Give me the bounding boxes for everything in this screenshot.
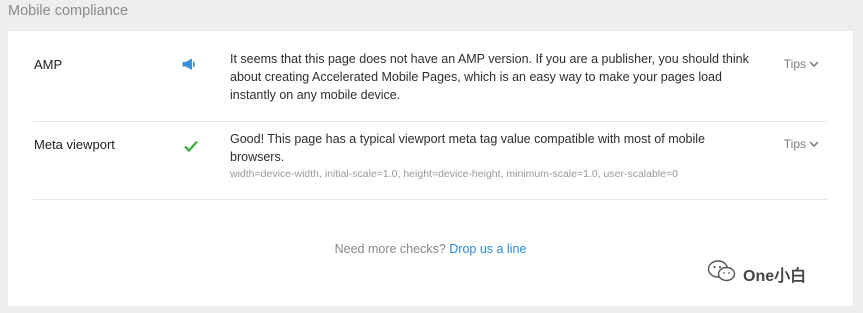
description-text: Good! This page has a typical viewport m… <box>230 132 706 164</box>
row-label-amp: AMP <box>34 57 63 72</box>
section-title: Mobile compliance <box>8 3 129 19</box>
megaphone-icon <box>182 58 196 76</box>
tips-label: Tips <box>783 137 806 151</box>
checkmark-icon <box>184 139 198 157</box>
viewport-meta-value: width=device-width, initial-scale=1.0, h… <box>230 168 678 180</box>
footer-prompt-text: Need more checks? <box>334 242 446 256</box>
watermark-text: One小白 <box>743 267 807 285</box>
chevron-down-icon <box>809 57 819 71</box>
row-description-amp: It seems that this page does not have an… <box>230 52 749 102</box>
drop-us-a-line-link[interactable]: Drop us a line <box>449 242 526 256</box>
footer-prompt: Need more checks? Drop us a line <box>8 242 853 256</box>
watermark: One小白 <box>707 259 806 288</box>
tips-toggle-meta-viewport[interactable]: Tips <box>784 137 819 151</box>
tips-label: Tips <box>783 57 806 71</box>
table-row-amp: AMP It seems that this page does not hav… <box>33 43 827 122</box>
table-row-meta-viewport: Meta viewport Good! This page has a typi… <box>33 123 827 200</box>
row-label-meta-viewport: Meta viewport <box>34 137 115 152</box>
row-description-meta-viewport: Good! This page has a typical viewport m… <box>230 130 750 181</box>
chevron-down-icon <box>809 137 819 151</box>
wechat-icon <box>707 259 737 288</box>
tips-toggle-amp[interactable]: Tips <box>784 57 819 71</box>
